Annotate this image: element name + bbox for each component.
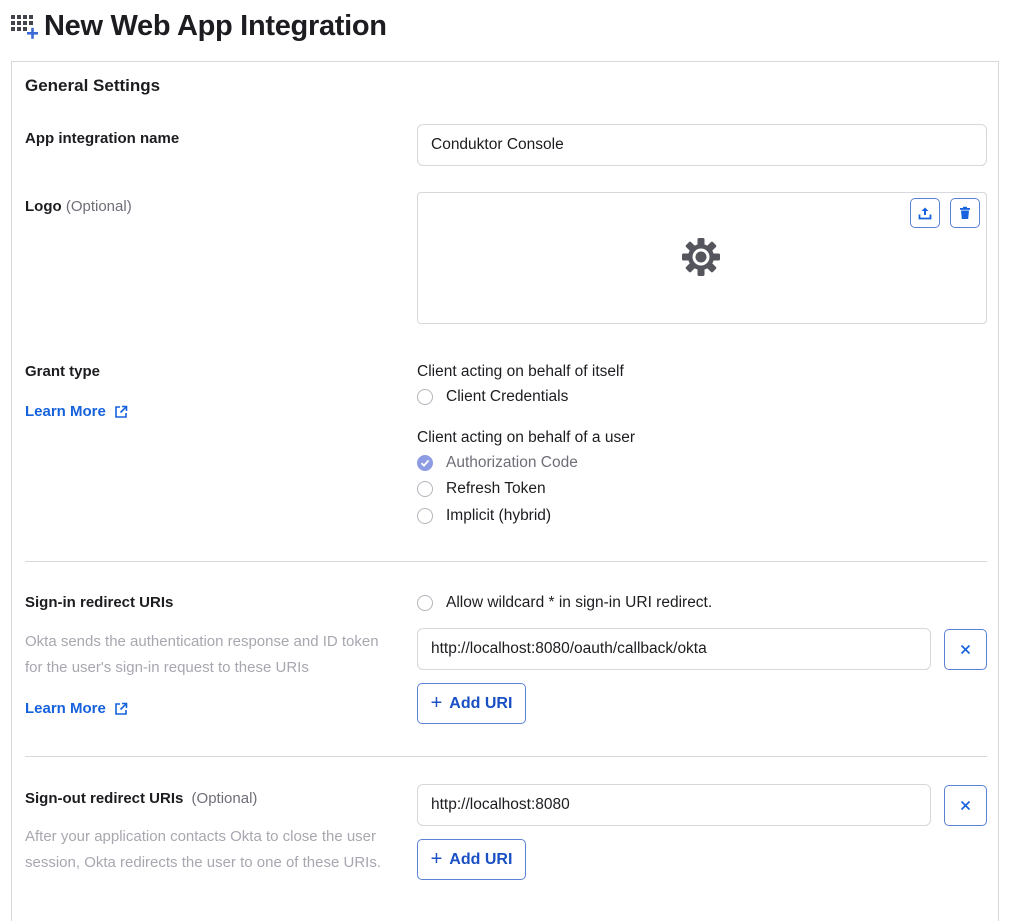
refresh-token-option[interactable]: Refresh Token — [417, 480, 546, 498]
close-icon — [960, 644, 971, 655]
authorization-code-label: Authorization Code — [446, 454, 578, 471]
general-settings-panel: General Settings App integration name Lo… — [11, 61, 999, 921]
check-icon — [420, 459, 430, 467]
sign-in-redirect-label: Sign-in redirect URIs — [25, 594, 174, 611]
section-divider — [25, 561, 987, 562]
sign-in-help-text: Okta sends the authentication response a… — [25, 633, 379, 676]
external-link-icon — [114, 405, 128, 419]
delete-logo-button[interactable] — [950, 198, 980, 228]
page-header: New Web App Integration — [10, 6, 387, 46]
remove-sign-in-uri-button[interactable] — [944, 629, 987, 670]
grant-type-label: Grant type — [25, 363, 101, 380]
allow-wildcard-checkbox[interactable] — [417, 595, 433, 611]
implicit-hybrid-label: Implicit (hybrid) — [446, 507, 552, 524]
refresh-token-checkbox[interactable] — [417, 481, 433, 497]
logo-label: Logo (Optional) — [25, 198, 132, 215]
page-title: New Web App Integration — [44, 9, 387, 42]
add-sign-in-uri-button[interactable]: + Add URI — [417, 683, 526, 724]
authorization-code-option[interactable]: Authorization Code — [417, 454, 578, 472]
authorization-code-checkbox[interactable] — [417, 455, 433, 471]
grant-type-learn-more-link[interactable]: Learn More — [25, 403, 128, 420]
learn-more-text: Learn More — [25, 403, 106, 420]
sign-out-uri-input[interactable] — [417, 784, 931, 826]
sign-out-optional-text: (Optional) — [191, 790, 258, 807]
allow-wildcard-option[interactable]: Allow wildcard * in sign-in URI redirect… — [417, 594, 712, 612]
sign-out-label-text: Sign-out redirect URIs — [25, 790, 184, 807]
gear-icon — [681, 237, 721, 277]
trash-icon — [958, 206, 972, 220]
client-credentials-label: Client Credentials — [446, 388, 569, 405]
allow-wildcard-label: Allow wildcard * in sign-in URI redirect… — [446, 594, 713, 611]
implicit-hybrid-checkbox[interactable] — [417, 508, 433, 524]
client-credentials-option[interactable]: Client Credentials — [417, 388, 568, 406]
client-credentials-checkbox[interactable] — [417, 389, 433, 405]
upload-icon — [918, 206, 932, 220]
add-uri-label: Add URI — [449, 850, 513, 868]
logo-dropzone[interactable] — [417, 192, 987, 324]
close-icon — [960, 800, 971, 811]
section-divider — [25, 756, 987, 757]
learn-more-text: Learn More — [25, 700, 106, 717]
plus-icon: + — [430, 847, 443, 870]
plus-icon: + — [430, 691, 443, 714]
add-uri-label: Add URI — [449, 694, 513, 712]
sign-in-learn-more-link[interactable]: Learn More — [25, 700, 128, 717]
remove-sign-out-uri-button[interactable] — [944, 785, 987, 826]
app-name-label: App integration name — [25, 130, 180, 147]
external-link-icon — [114, 702, 128, 716]
section-title: General Settings — [25, 76, 161, 95]
logo-label-text: Logo — [25, 198, 62, 215]
add-app-grid-icon — [10, 12, 38, 40]
add-sign-out-uri-button[interactable]: + Add URI — [417, 839, 526, 880]
sign-out-redirect-label: Sign-out redirect URIs (Optional) — [25, 790, 257, 807]
logo-optional-text: (Optional) — [65, 198, 132, 215]
sign-in-uri-input[interactable] — [417, 628, 931, 670]
refresh-token-label: Refresh Token — [446, 480, 546, 497]
grant-group-user-label: Client acting on behalf of a user — [417, 429, 635, 446]
app-name-input[interactable] — [417, 124, 987, 166]
sign-out-help-text: After your application contacts Okta to … — [25, 828, 382, 871]
implicit-hybrid-option[interactable]: Implicit (hybrid) — [417, 507, 551, 525]
grant-group-self-label: Client acting on behalf of itself — [417, 363, 624, 380]
upload-logo-button[interactable] — [910, 198, 940, 228]
